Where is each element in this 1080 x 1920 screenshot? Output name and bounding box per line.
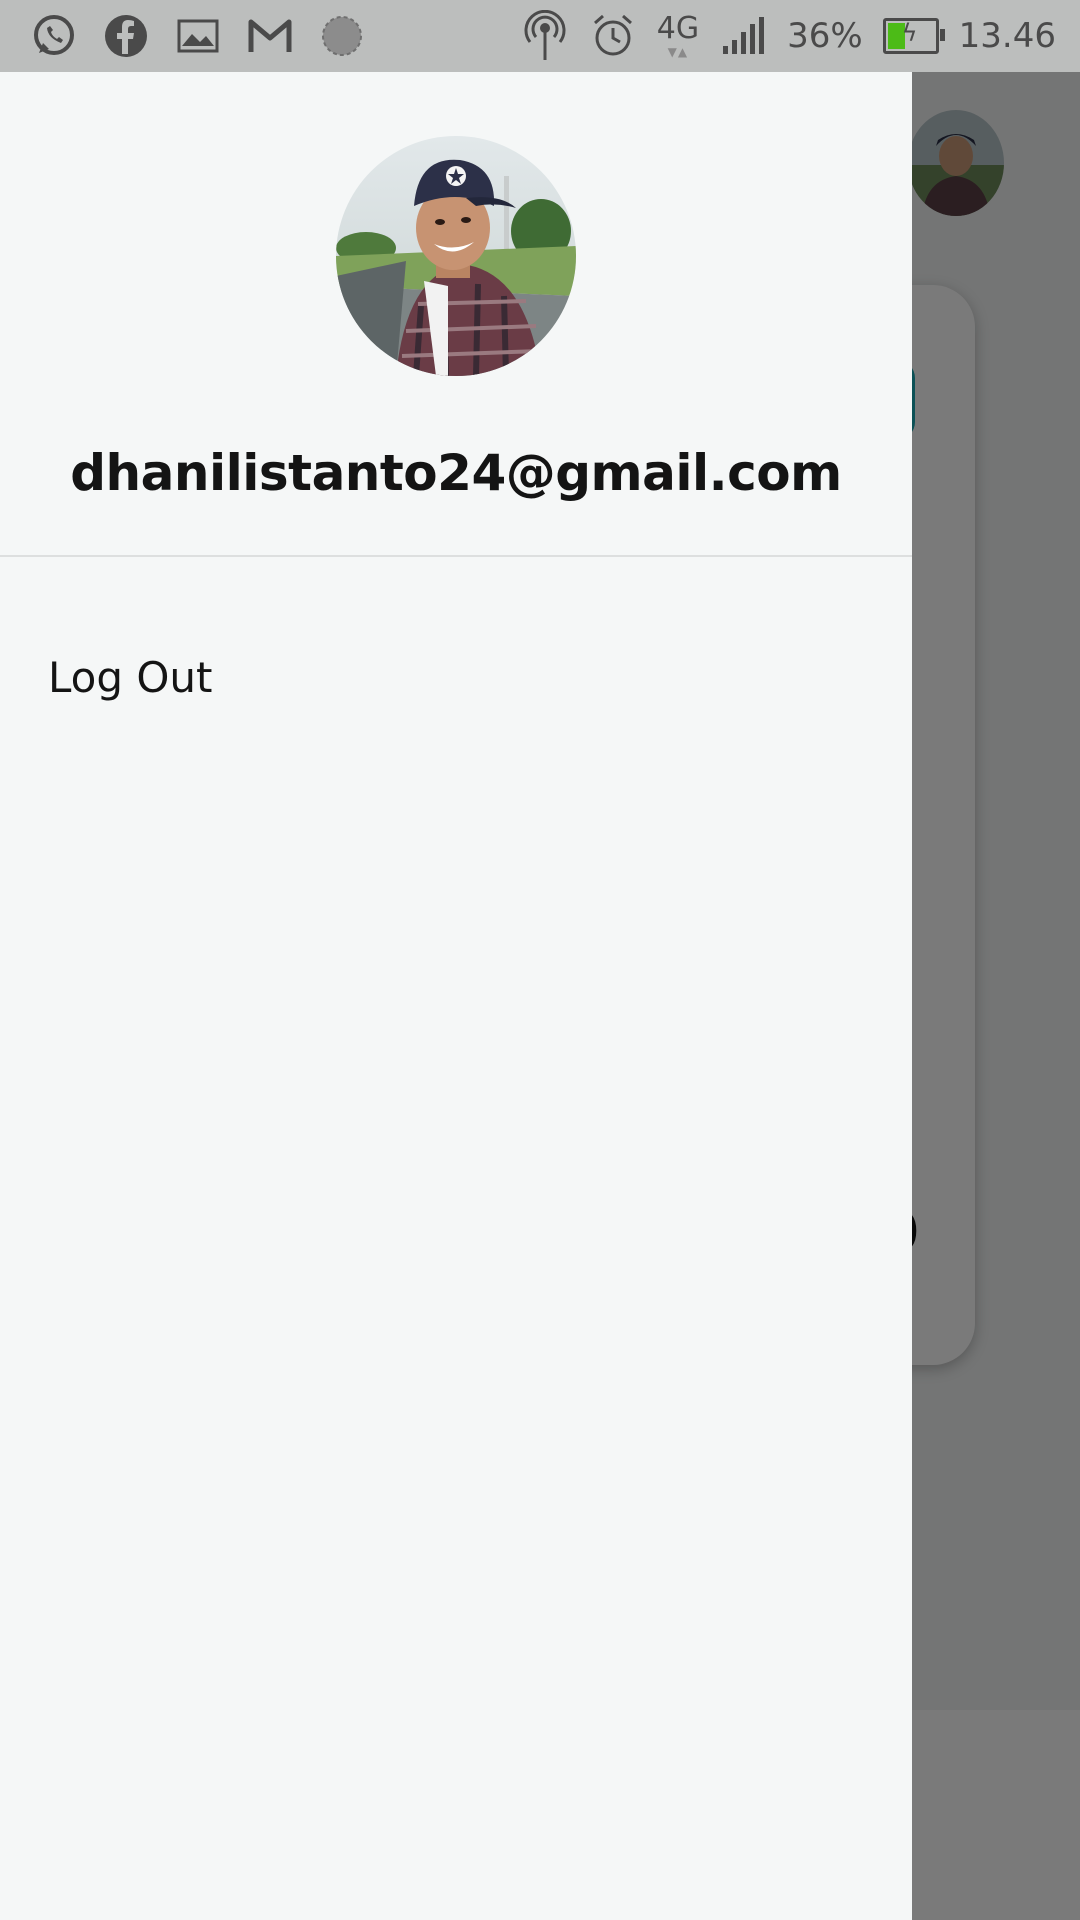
drawer-header: dhanilistanto24@gmail.com: [0, 72, 912, 557]
data-activity-icon: ▼▲: [667, 45, 689, 59]
user-email: dhanilistanto24@gmail.com: [70, 444, 842, 502]
whatsapp-icon: [30, 12, 78, 60]
battery-icon: ϟ: [882, 18, 945, 54]
battery-percent: 36%: [787, 16, 863, 56]
screen: 0 il: [0, 0, 1080, 1920]
status-bar: 4G ▼▲ 36% ϟ 13.46: [0, 0, 1080, 72]
sync-icon: [318, 12, 366, 60]
battery-cap: [939, 29, 945, 41]
gmail-icon: [246, 12, 294, 60]
logout-menu-item[interactable]: Log Out: [0, 622, 912, 732]
clock: 13.46: [958, 16, 1056, 56]
network-label: 4G: [656, 11, 700, 46]
charging-bolt-icon: ϟ: [901, 19, 918, 47]
signal-icon: [719, 12, 767, 60]
profile-avatar[interactable]: [336, 136, 576, 376]
alarm-icon: [589, 12, 637, 60]
hotspot-icon: [521, 10, 569, 60]
logout-label: Log Out: [48, 652, 213, 702]
network-type: 4G ▼▲: [656, 11, 700, 59]
navigation-drawer: dhanilistanto24@gmail.com Log Out: [0, 72, 912, 1920]
gallery-icon: [174, 12, 222, 60]
facebook-icon: [102, 12, 150, 60]
